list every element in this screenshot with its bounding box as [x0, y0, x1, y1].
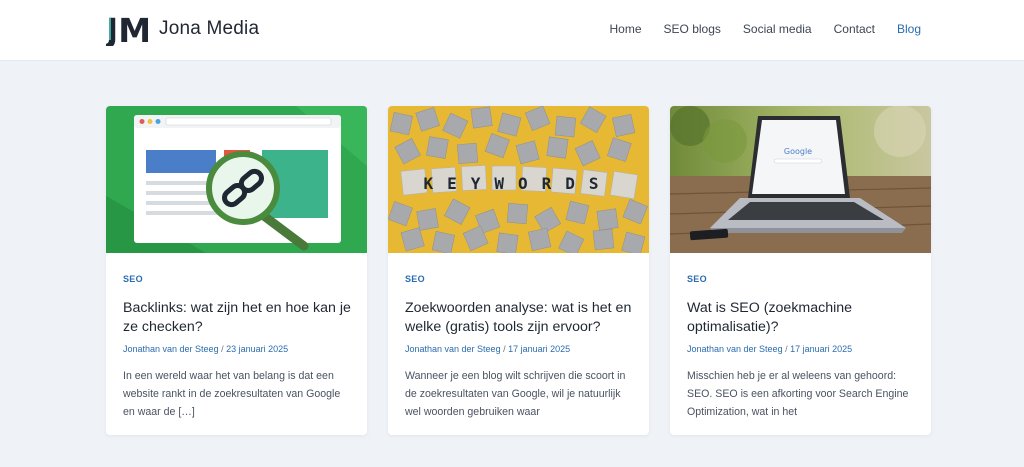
post-title[interactable]: Wat is SEO (zoekmachine optimalisatie)?	[687, 299, 917, 337]
nav-item-social-media[interactable]: Social media	[743, 22, 812, 36]
nav-item-blog[interactable]: Blog	[897, 22, 921, 36]
post-meta: Jonathan van der Steeg / 17 januari 2025	[405, 344, 635, 354]
post-card: KEYWORDS SEO Zoekwoorden analyse: wat is…	[388, 106, 649, 435]
post-excerpt: Wanneer je een blog wilt schrijven die s…	[405, 370, 626, 418]
post-date: 17 januari 2025	[508, 344, 571, 354]
post-category[interactable]: SEO	[405, 274, 635, 284]
laptop-screen-google-text: Google	[784, 147, 812, 156]
site-header: JM Jona Media Home SEO blogs Social medi…	[0, 0, 1024, 61]
post-excerpt: In een wereld waar het van belang is dat…	[123, 370, 341, 418]
keywords-tile-text: KEYWORDS	[423, 174, 612, 193]
blog-post-grid: SEO Backlinks: wat zijn het en hoe kan j…	[106, 106, 931, 435]
post-card: SEO Backlinks: wat zijn het en hoe kan j…	[106, 106, 367, 435]
post-author[interactable]: Jonathan van der Steeg	[123, 344, 219, 354]
jona-media-logo-icon[interactable]: JM	[106, 12, 148, 46]
post-thumbnail-keywords[interactable]: KEYWORDS	[388, 106, 649, 253]
post-title[interactable]: Backlinks: wat zijn het en hoe kan je ze…	[123, 299, 353, 337]
post-excerpt: Misschien heb je er al weleens van gehoo…	[687, 370, 909, 418]
post-meta: Jonathan van der Steeg / 23 januari 2025	[123, 344, 353, 354]
post-category[interactable]: SEO	[687, 274, 917, 284]
post-card-body: SEO Zoekwoorden analyse: wat is het en w…	[405, 274, 635, 421]
post-date: 17 januari 2025	[790, 344, 853, 354]
post-thumbnail-backlinks[interactable]	[106, 106, 367, 253]
post-card: Google SEO Wat is SEO (zoekmachine optim…	[670, 106, 931, 435]
nav-item-home[interactable]: Home	[610, 22, 642, 36]
post-author[interactable]: Jonathan van der Steeg	[405, 344, 501, 354]
post-card-body: SEO Wat is SEO (zoekmachine optimalisati…	[687, 274, 917, 421]
nav-item-contact[interactable]: Contact	[834, 22, 875, 36]
logo-lettering: JM	[106, 12, 148, 46]
post-author[interactable]: Jonathan van der Steeg	[687, 344, 783, 354]
post-date: 23 januari 2025	[226, 344, 289, 354]
post-card-body: SEO Backlinks: wat zijn het en hoe kan j…	[123, 274, 353, 421]
post-title[interactable]: Zoekwoorden analyse: wat is het en welke…	[405, 299, 635, 337]
post-category[interactable]: SEO	[123, 274, 353, 284]
nav-item-seo-blogs[interactable]: SEO blogs	[664, 22, 721, 36]
post-meta: Jonathan van der Steeg / 17 januari 2025	[687, 344, 917, 354]
post-thumbnail-seo[interactable]: Google	[670, 106, 931, 253]
main-nav: Home SEO blogs Social media Contact Blog	[610, 22, 921, 36]
site-title[interactable]: Jona Media	[159, 18, 259, 40]
